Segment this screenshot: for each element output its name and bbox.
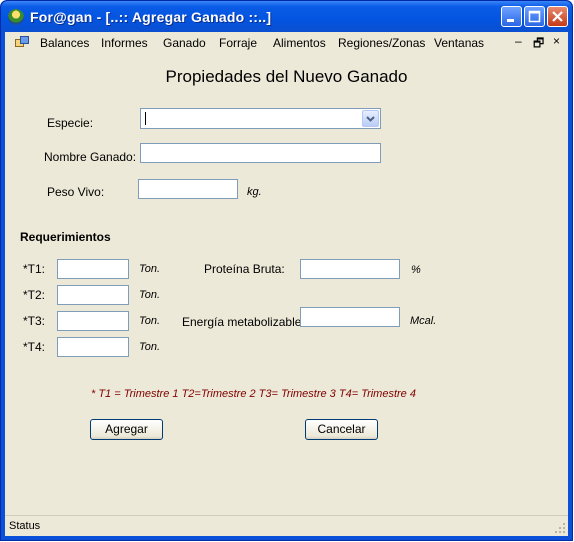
- nombre-label: Nombre Ganado:: [44, 150, 137, 164]
- t2-input[interactable]: [57, 285, 129, 305]
- t3-input[interactable]: [57, 311, 129, 331]
- t4-unit: Ton.: [139, 341, 161, 353]
- t1-label: *T1:: [23, 262, 46, 276]
- status-bar: Status: [5, 515, 568, 536]
- minimize-icon: [507, 19, 514, 22]
- title-bar[interactable]: For@gan - [..:: Agregar Ganado ::..]: [1, 1, 572, 32]
- form-heading: Propiedades del Nuevo Ganado: [165, 67, 408, 86]
- menu-bar: Balances Informes Ganado Forraje Aliment…: [5, 32, 568, 53]
- t1-unit: Ton.: [139, 263, 161, 275]
- agregar-button[interactable]: Agregar: [90, 419, 163, 440]
- nombre-ganado-input[interactable]: [140, 143, 381, 163]
- t1-input[interactable]: [57, 259, 129, 279]
- especie-combobox[interactable]: [140, 108, 381, 129]
- t4-label: *T4:: [23, 340, 46, 354]
- peso-label: Peso Vivo:: [47, 185, 105, 199]
- proteina-bruta-input[interactable]: [300, 259, 400, 279]
- energia-metabolizable-input[interactable]: [300, 307, 400, 327]
- cancelar-button[interactable]: Cancelar: [305, 419, 378, 440]
- maximize-button[interactable]: [524, 6, 545, 27]
- mdi-child-icon[interactable]: [15, 36, 29, 49]
- mdi-close-icon[interactable]: ×: [553, 34, 560, 48]
- mdi-minimize-icon[interactable]: –: [515, 34, 522, 48]
- energia-label: Energía metabolizable:: [182, 315, 305, 329]
- form-area: Propiedades del Nuevo Ganado Especie: No…: [5, 53, 568, 515]
- close-button[interactable]: [547, 6, 568, 27]
- menu-informes[interactable]: Informes: [101, 36, 148, 50]
- peso-vivo-input[interactable]: [138, 179, 238, 199]
- trimestre-legend: * T1 = Trimestre 1 T2=Trimestre 2 T3= Tr…: [91, 388, 416, 400]
- chevron-down-icon[interactable]: [362, 110, 379, 127]
- energia-unit: Mcal.: [410, 315, 437, 327]
- minimize-button[interactable]: [501, 6, 522, 27]
- status-text: Status: [9, 520, 41, 532]
- menu-regiones-zonas[interactable]: Regiones/Zonas: [338, 36, 425, 50]
- t4-input[interactable]: [57, 337, 129, 357]
- resize-grip-icon[interactable]: [554, 522, 566, 534]
- t3-unit: Ton.: [139, 315, 161, 327]
- especie-label: Especie:: [47, 116, 94, 130]
- app-icon: [8, 9, 24, 25]
- t2-label: *T2:: [23, 288, 46, 302]
- mdi-restore-icon[interactable]: 🗗: [533, 34, 544, 55]
- t2-unit: Ton.: [139, 289, 161, 301]
- maximize-icon: [528, 10, 541, 23]
- menu-forraje[interactable]: Forraje: [219, 36, 257, 50]
- text-caret: [145, 112, 146, 125]
- proteina-unit: %: [411, 264, 421, 276]
- window-title: For@gan - [..:: Agregar Ganado ::..]: [30, 9, 272, 25]
- menu-ventanas[interactable]: Ventanas: [434, 36, 484, 50]
- close-icon: [552, 11, 563, 22]
- peso-unit: kg.: [247, 186, 262, 198]
- menu-balances[interactable]: Balances: [40, 36, 89, 50]
- requerimientos-heading: Requerimientos: [20, 230, 111, 244]
- t3-label: *T3:: [23, 314, 46, 328]
- menu-ganado[interactable]: Ganado: [163, 36, 206, 50]
- app-window: For@gan - [..:: Agregar Ganado ::..] Bal…: [0, 0, 573, 541]
- proteina-label: Proteína Bruta:: [204, 262, 285, 276]
- menu-alimentos[interactable]: Alimentos: [273, 36, 326, 50]
